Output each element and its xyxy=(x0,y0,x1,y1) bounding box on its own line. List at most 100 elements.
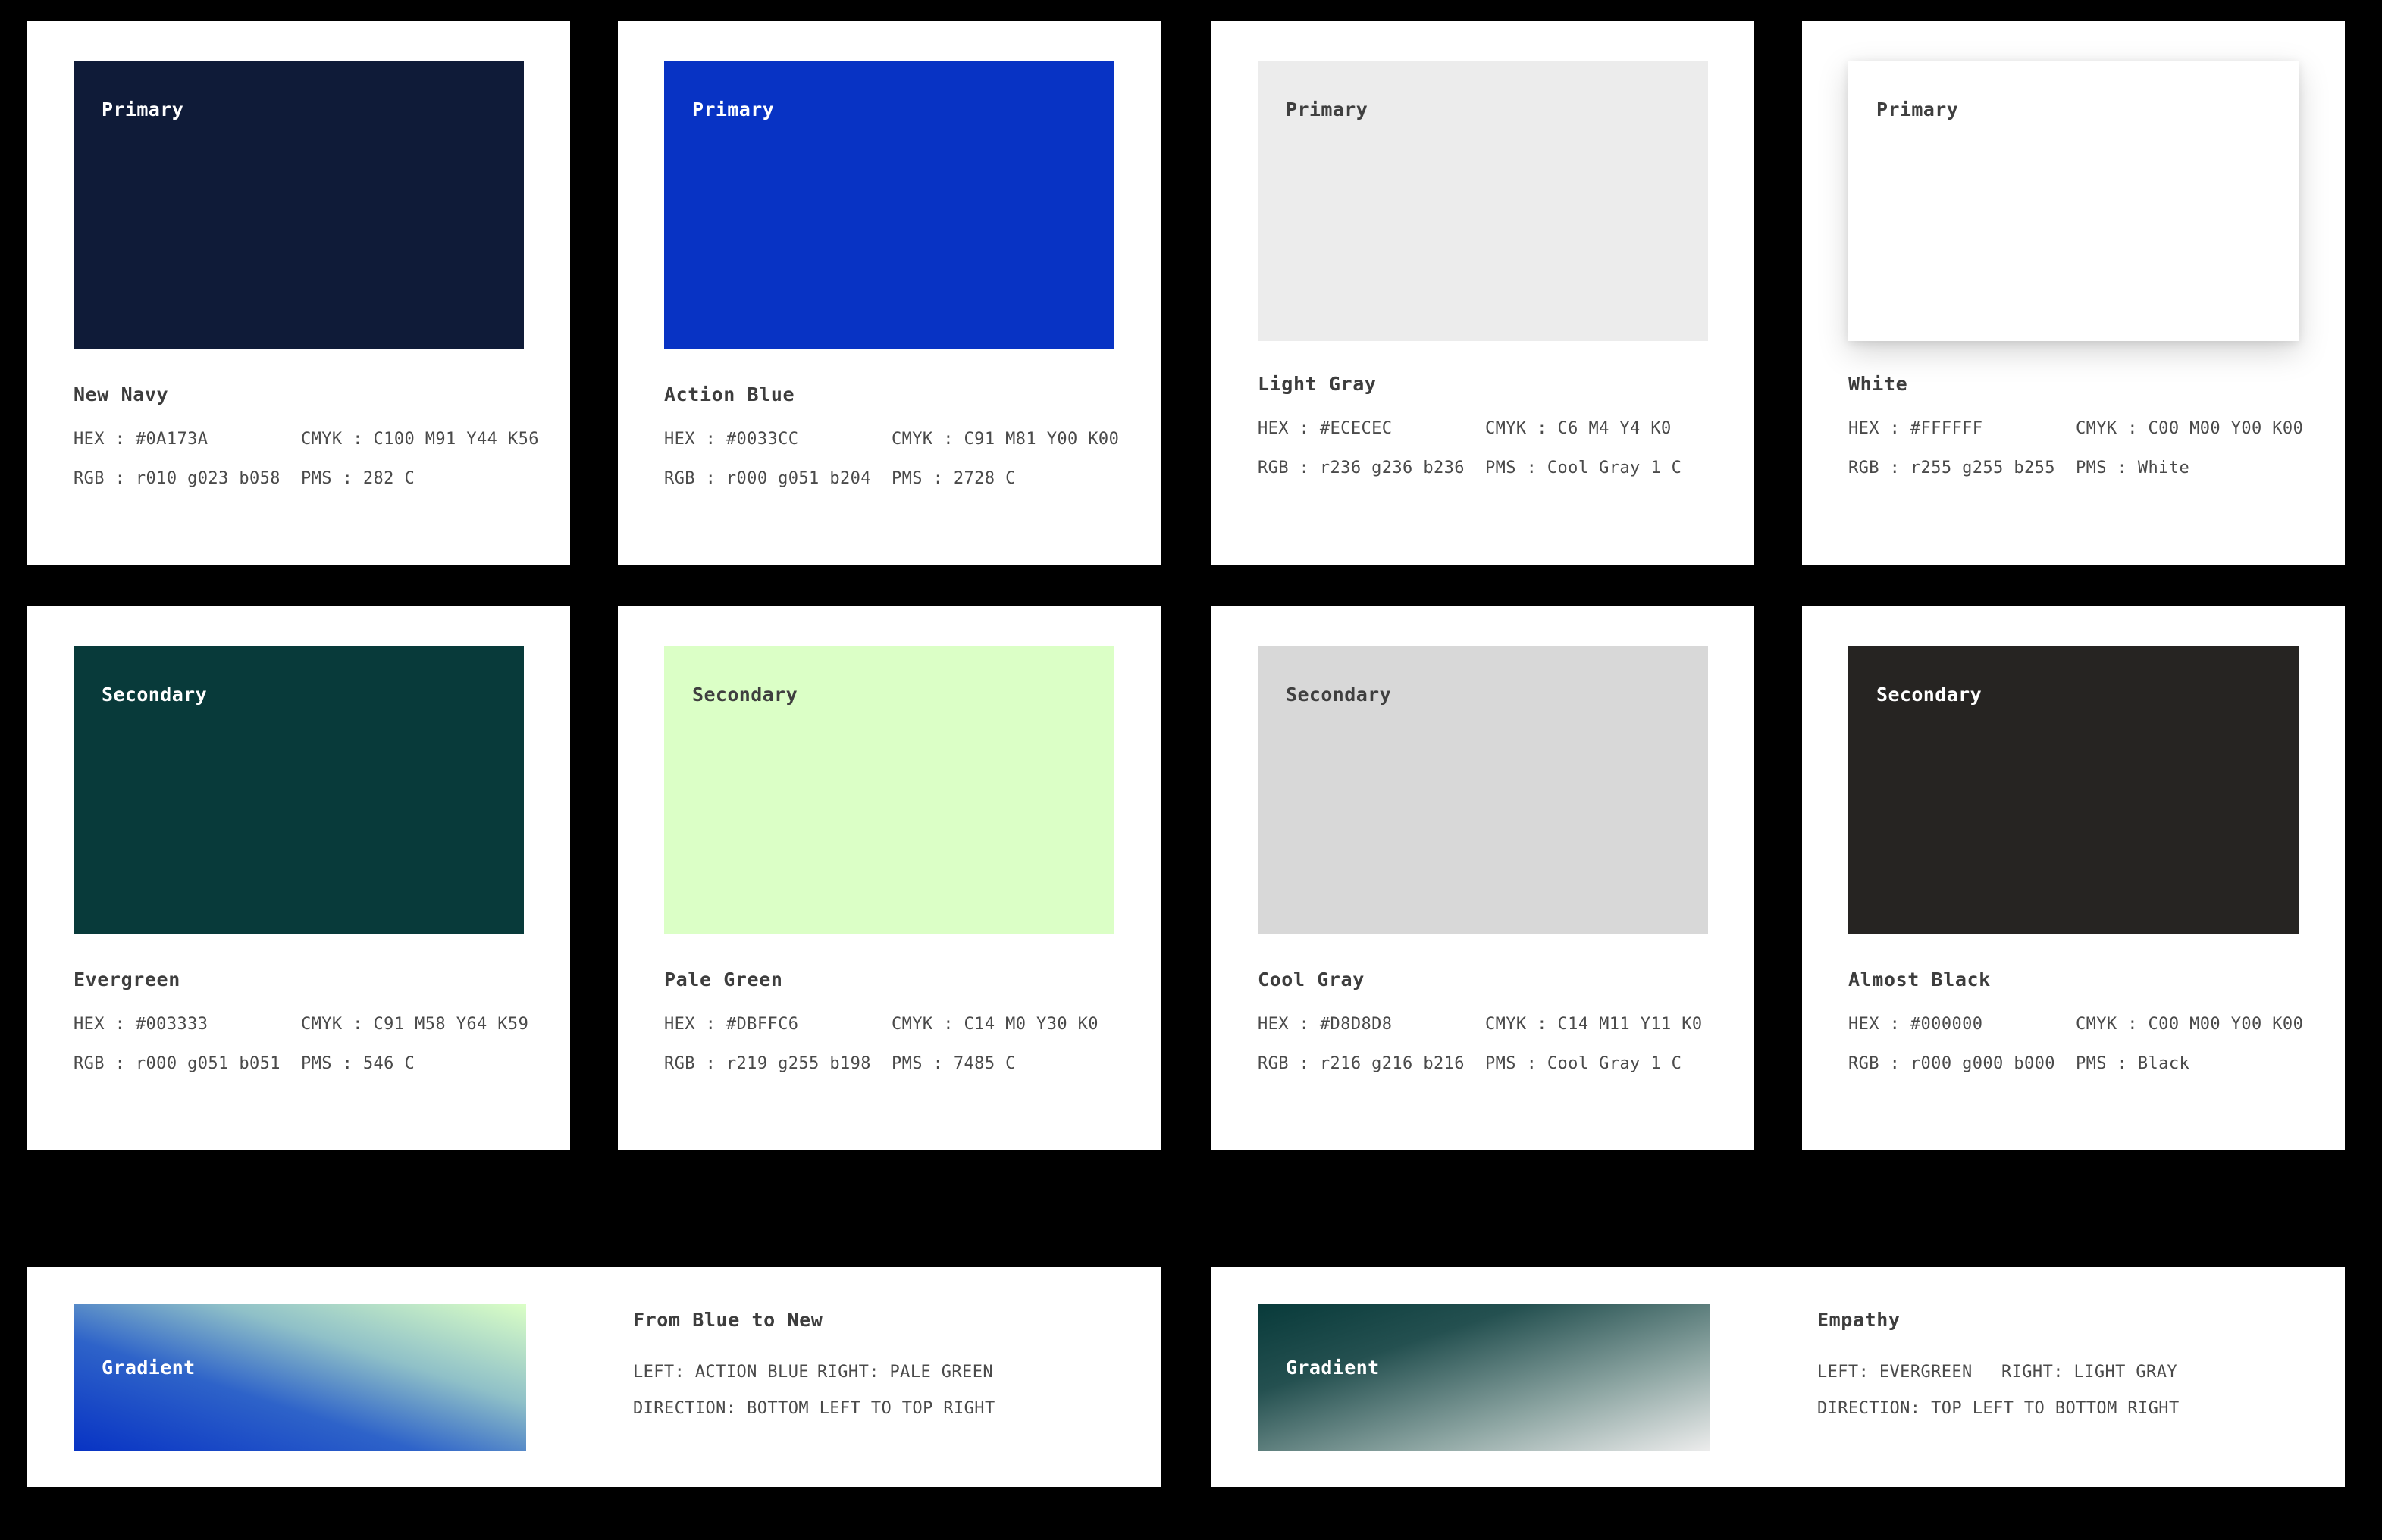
color-meta: Cool Gray HEX : #D8D8D8 CMYK : C14 M11 Y… xyxy=(1258,934,1708,1072)
pms-key: PMS : xyxy=(2076,1054,2128,1073)
pms-key: PMS : xyxy=(1485,1054,1537,1073)
pms-key: PMS : xyxy=(892,469,944,488)
cmyk-spec: CMYK : C100 M91 Y44 K56 xyxy=(301,431,539,448)
color-meta: Action Blue HEX : #0033CC CMYK : C91 M81… xyxy=(664,349,1119,487)
pms-value: White xyxy=(2137,459,2190,477)
gradient-direction-sep xyxy=(736,1401,747,1417)
hex-key: HEX : xyxy=(1258,419,1310,438)
pms-spec: PMS : 282 C xyxy=(301,471,415,487)
gradient-direction-value: BOTTOM LEFT TO TOP RIGHT xyxy=(747,1399,995,1418)
gradient-right-spec: RIGHT: LIGHT GRAY xyxy=(2001,1364,2177,1381)
spec-row-hex-cmyk: HEX : #FFFFFF CMYK : C00 M00 Y00 K00 xyxy=(1848,419,2303,438)
color-name: White xyxy=(1848,373,1908,395)
gradient-card-empathy[interactable]: Gradient Empathy LEFT: EVERGREEN RIGHT: … xyxy=(1211,1267,2345,1487)
cmyk-key: CMYK : xyxy=(1485,1015,1547,1034)
color-card-light-gray[interactable]: Primary Light Gray HEX : #ECECEC CMYK : … xyxy=(1211,21,1754,565)
cmyk-spec: CMYK : C91 M58 Y64 K59 xyxy=(301,1016,528,1033)
rgb-value: r255 g255 b255 xyxy=(1910,459,2055,477)
cmyk-value: C14 M11 Y11 K0 xyxy=(1557,1015,1703,1034)
gradient-direction-key: DIRECTION: xyxy=(1817,1399,1921,1418)
gradient-direction-key: DIRECTION: xyxy=(633,1399,737,1418)
color-name: Cool Gray xyxy=(1258,969,1365,991)
cmyk-spec: CMYK : C14 M11 Y11 K0 xyxy=(1485,1016,1703,1033)
pms-value: 7485 C xyxy=(953,1054,1016,1073)
rgb-value: r010 g023 b058 xyxy=(135,469,281,488)
gradient-meta: From Blue to New LEFT: ACTION BLUE RIGHT… xyxy=(526,1304,995,1417)
hex-key: HEX : xyxy=(664,430,716,449)
gradient-left-value: EVERGREEN xyxy=(1879,1363,1973,1382)
gradient-right-value: PALE GREEN xyxy=(889,1363,993,1382)
spec-row-rgb-pms: RGB : r010 g023 b058 PMS : 282 C xyxy=(74,471,524,487)
cmyk-value: C100 M91 Y44 K56 xyxy=(373,430,539,449)
swatch-tier-label: Secondary xyxy=(1286,684,1392,706)
gradient-card-from-blue-to-new[interactable]: Gradient From Blue to New LEFT: ACTION B… xyxy=(27,1267,1161,1487)
gradient-row-endpoints: LEFT: EVERGREEN RIGHT: LIGHT GRAY xyxy=(1817,1364,2180,1381)
color-name: Almost Black xyxy=(1848,969,1991,991)
cmyk-value: C91 M58 Y64 K59 xyxy=(373,1015,529,1034)
color-meta: New Navy HEX : #0A173A CMYK : C100 M91 Y… xyxy=(74,349,538,487)
color-card-white[interactable]: Primary White HEX : #FFFFFF CMYK : C00 M… xyxy=(1802,21,2345,565)
pms-value: 282 C xyxy=(362,469,415,488)
pms-value: Cool Gray 1 C xyxy=(1547,459,1682,477)
gradient-left-key: LEFT: xyxy=(633,1363,685,1382)
spec-row-rgb-pms: RGB : r255 g255 b255 PMS : White xyxy=(1848,460,2299,477)
rgb-spec: RGB : r000 g000 b000 xyxy=(1848,1056,2076,1072)
cmyk-value: C91 M81 Y00 K00 xyxy=(964,430,1120,449)
color-palette-board: Primary New Navy HEX : #0A173A CMYK : C1… xyxy=(0,0,2382,1540)
rgb-value: r236 g236 b236 xyxy=(1319,459,1465,477)
hex-key: HEX : xyxy=(1848,419,1901,438)
pms-value: 546 C xyxy=(362,1054,415,1073)
cmyk-key: CMYK : xyxy=(2076,419,2138,438)
pms-spec: PMS : White xyxy=(2076,460,2189,477)
color-meta: Pale Green HEX : #DBFFC6 CMYK : C14 M0 Y… xyxy=(664,934,1114,1072)
hex-spec: HEX : #FFFFFF xyxy=(1848,421,2076,437)
pms-spec: PMS : 7485 C xyxy=(892,1056,1016,1072)
color-swatch: Primary xyxy=(74,61,524,349)
color-card-pale-green[interactable]: Secondary Pale Green HEX : #DBFFC6 CMYK … xyxy=(618,606,1161,1150)
color-card-evergreen[interactable]: Secondary Evergreen HEX : #003333 CMYK :… xyxy=(27,606,570,1150)
gradient-row-direction: DIRECTION: TOP LEFT TO BOTTOM RIGHT xyxy=(1817,1401,2180,1417)
rgb-spec: RGB : r255 g255 b255 xyxy=(1848,460,2076,477)
rgb-spec: RGB : r000 g051 b204 xyxy=(664,471,892,487)
color-name: Light Gray xyxy=(1258,373,1377,395)
pms-key: PMS : xyxy=(301,1054,353,1073)
color-name: Pale Green xyxy=(664,969,783,991)
hex-key: HEX : xyxy=(664,1015,716,1034)
spec-row-rgb-pms: RGB : r236 g236 b236 PMS : Cool Gray 1 C xyxy=(1258,460,1708,477)
gradient-direction-value: TOP LEFT TO BOTTOM RIGHT xyxy=(1931,1399,2180,1418)
gradient-left-value: ACTION BLUE xyxy=(694,1363,809,1382)
color-card-cool-gray[interactable]: Secondary Cool Gray HEX : #D8D8D8 CMYK :… xyxy=(1211,606,1754,1150)
spec-row-hex-cmyk: HEX : #DBFFC6 CMYK : C14 M0 Y30 K0 xyxy=(664,1016,1114,1033)
spec-row-hex-cmyk: HEX : #0A173A CMYK : C100 M91 Y44 K56 xyxy=(74,430,538,449)
color-meta: Evergreen HEX : #003333 CMYK : C91 M58 Y… xyxy=(74,934,528,1073)
gradient-left-key: LEFT: xyxy=(1817,1363,1870,1382)
gradient-name: From Blue to New xyxy=(633,1309,823,1331)
color-swatch: Secondary xyxy=(664,646,1114,934)
hex-key: HEX : xyxy=(74,1015,126,1034)
color-swatch: Primary xyxy=(1258,61,1708,341)
cmyk-key: CMYK : xyxy=(301,430,363,449)
color-swatch: Primary xyxy=(664,61,1114,349)
rgb-key: RGB : xyxy=(74,1054,126,1073)
spec-row-hex-cmyk: HEX : #003333 CMYK : C91 M58 Y64 K59 xyxy=(74,1016,528,1033)
hex-value: #DBFFC6 xyxy=(726,1015,799,1034)
gradient-right-value: LIGHT GRAY xyxy=(2073,1363,2177,1382)
color-card-new-navy[interactable]: Primary New Navy HEX : #0A173A CMYK : C1… xyxy=(27,21,570,565)
pms-value: Cool Gray 1 C xyxy=(1547,1054,1682,1073)
hex-spec: HEX : #003333 xyxy=(74,1016,301,1033)
spec-row-hex-cmyk: HEX : #000000 CMYK : C00 M00 Y00 K00 xyxy=(1848,1015,2303,1034)
color-card-almost-black[interactable]: Secondary Almost Black HEX : #000000 CMY… xyxy=(1802,606,2345,1150)
rgb-value: r000 g051 b204 xyxy=(726,469,871,488)
spec-row-hex-cmyk: HEX : #D8D8D8 CMYK : C14 M11 Y11 K0 xyxy=(1258,1016,1708,1033)
color-card-action-blue[interactable]: Primary Action Blue HEX : #0033CC CMYK :… xyxy=(618,21,1161,565)
pms-spec: PMS : 2728 C xyxy=(892,471,1016,487)
swatch-tier-label: Secondary xyxy=(692,684,798,706)
pms-key: PMS : xyxy=(301,469,353,488)
gradient-meta: Empathy LEFT: EVERGREEN RIGHT: LIGHT GRA… xyxy=(1710,1304,2180,1417)
cmyk-key: CMYK : xyxy=(2076,1015,2138,1034)
rgb-key: RGB : xyxy=(1848,459,1901,477)
hex-key: HEX : xyxy=(74,430,126,449)
hex-spec: HEX : #DBFFC6 xyxy=(664,1016,892,1033)
hex-value: #000000 xyxy=(1910,1015,1983,1034)
cmyk-value: C14 M0 Y30 K0 xyxy=(964,1015,1099,1034)
